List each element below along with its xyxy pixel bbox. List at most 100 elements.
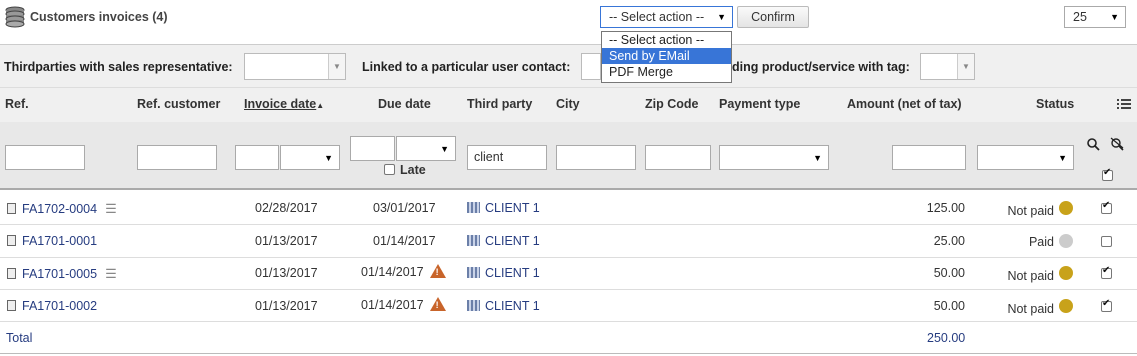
- invoice-date: 01/13/2017: [255, 234, 318, 248]
- total-amount: 250.00: [927, 331, 966, 345]
- mass-action-option[interactable]: -- Select action --: [602, 32, 731, 48]
- mass-action-select[interactable]: -- Select action -- ▼: [600, 6, 733, 28]
- invoice-status: Paid: [1028, 235, 1054, 249]
- confirm-button[interactable]: Confirm: [737, 6, 809, 28]
- row-checkbox[interactable]: [1101, 236, 1112, 247]
- row-checkbox[interactable]: [1101, 298, 1112, 312]
- search-amount-input[interactable]: [892, 145, 966, 170]
- col-city[interactable]: City: [556, 97, 580, 111]
- mass-action-selected-label: -- Select action --: [609, 10, 705, 24]
- chevron-down-icon: ▼: [1058, 153, 1067, 163]
- search-ref-customer-input[interactable]: [137, 145, 217, 170]
- search-invoice-month-select[interactable]: ▼: [280, 145, 340, 170]
- search-invoice-day-input[interactable]: [235, 145, 279, 170]
- notes-list-icon[interactable]: ☰: [105, 201, 117, 217]
- third-party-link[interactable]: CLIENT 1: [485, 234, 540, 248]
- document-icon: [7, 235, 16, 246]
- chevron-down-icon: ▼: [1110, 12, 1119, 22]
- chevron-down-icon: ▼: [717, 12, 726, 22]
- col-status[interactable]: Status: [1036, 97, 1074, 111]
- third-party-link[interactable]: CLIENT 1: [485, 299, 540, 313]
- search-zip-input[interactable]: [645, 145, 711, 170]
- invoice-ref-link[interactable]: FA1701-0005: [22, 267, 97, 281]
- third-party[interactable]: CLIENT 1: [467, 299, 540, 313]
- col-ref[interactable]: Ref.: [5, 97, 29, 111]
- col-ref-customer[interactable]: Ref. customer: [137, 97, 220, 111]
- clear-filter-icon[interactable]: [1110, 137, 1124, 151]
- page-size-select[interactable]: 25 ▼: [1064, 6, 1126, 28]
- invoice-amount: 25.00: [933, 234, 965, 248]
- row-checkbox[interactable]: [1101, 200, 1112, 214]
- third-party[interactable]: CLIENT 1: [467, 266, 540, 280]
- col-due-date[interactable]: Due date: [378, 97, 431, 111]
- company-icon: [467, 235, 480, 246]
- invoice-status: Not paid: [1007, 269, 1054, 283]
- third-party[interactable]: CLIENT 1: [467, 201, 540, 215]
- search-city-input[interactable]: [556, 145, 636, 170]
- due-date: 03/01/2017: [373, 201, 436, 215]
- late-checkbox[interactable]: [384, 164, 395, 175]
- search-due-day-input[interactable]: [350, 136, 395, 161]
- user-contact-filter-select[interactable]: [581, 53, 601, 80]
- invoice-ref[interactable]: FA1701-0001: [7, 234, 97, 248]
- user-contact-filter-label: Linked to a particular user contact:: [362, 60, 571, 74]
- company-icon: [467, 267, 480, 278]
- chevron-down-icon: ▼: [324, 153, 333, 163]
- tag-filter-label: ding product/service with tag:: [732, 60, 910, 74]
- third-party-link[interactable]: CLIENT 1: [485, 201, 540, 215]
- invoice-ref[interactable]: FA1701-0005 ☰: [7, 266, 117, 282]
- tag-filter-select[interactable]: ▼: [920, 53, 975, 80]
- col-payment-type[interactable]: Payment type: [719, 97, 800, 111]
- mass-action-option[interactable]: Send by EMail: [602, 48, 731, 64]
- late-label: Late: [400, 163, 426, 177]
- sales-rep-filter-label: Thirdparties with sales representative:: [4, 60, 233, 74]
- col-invoice-date-label: Invoice date: [244, 97, 317, 111]
- due-date-value: 01/14/2017: [361, 265, 424, 279]
- document-icon: [7, 268, 16, 279]
- search-ref-input[interactable]: [5, 145, 85, 170]
- col-zip[interactable]: Zip Code: [645, 97, 698, 111]
- table-row: FA1701-0002 01/13/2017 01/14/2017! CLIENT 1…: [0, 290, 1137, 322]
- invoice-ref[interactable]: FA1702-0004 ☰: [7, 201, 117, 217]
- due-date: 01/14/2017: [373, 234, 436, 248]
- table-row: FA1702-0004 ☰ 02/28/2017 03/01/2017 CLIENT 1…: [0, 192, 1137, 225]
- sort-asc-icon: ▲: [316, 101, 325, 110]
- invoice-date: 01/13/2017: [255, 266, 318, 280]
- row-checkbox[interactable]: [1101, 265, 1112, 279]
- invoice-ref-link[interactable]: FA1702-0004: [22, 202, 97, 216]
- document-icon: [7, 300, 16, 311]
- search-status-select[interactable]: ▼: [977, 145, 1074, 170]
- col-amount[interactable]: Amount (net of tax): [847, 97, 962, 111]
- status-dot-icon: [1059, 299, 1073, 313]
- table-row: FA1701-0005 ☰ 01/13/2017 01/14/2017! CLIENT …: [0, 257, 1137, 290]
- invoice-ref[interactable]: FA1701-0002: [7, 299, 97, 313]
- invoice-status: Not paid: [1007, 302, 1054, 316]
- third-party[interactable]: CLIENT 1: [467, 234, 540, 248]
- sales-rep-filter-select[interactable]: ▼: [244, 53, 346, 80]
- col-invoice-date[interactable]: Invoice date▲: [244, 97, 324, 111]
- third-party-link[interactable]: CLIENT 1: [485, 266, 540, 280]
- select-all-checkbox[interactable]: [1102, 167, 1113, 181]
- status-dot-icon: [1059, 266, 1073, 280]
- document-icon: [7, 203, 16, 214]
- company-icon: [467, 202, 480, 213]
- invoice-status: Not paid: [1007, 204, 1054, 218]
- search-payment-type-select[interactable]: ▼: [719, 145, 829, 170]
- search-icon[interactable]: [1087, 138, 1100, 151]
- coins-stack-icon: [5, 6, 25, 28]
- invoice-date: 01/13/2017: [255, 299, 318, 313]
- chevron-down-icon: ▼: [962, 62, 970, 71]
- due-date: 01/14/2017!: [361, 297, 446, 312]
- mass-action-option[interactable]: PDF Merge: [602, 64, 731, 80]
- chevron-down-icon: ▼: [440, 144, 449, 154]
- col-third-party[interactable]: Third party: [467, 97, 532, 111]
- search-third-party-input[interactable]: client: [467, 145, 547, 170]
- search-due-month-select[interactable]: ▼: [396, 136, 456, 161]
- invoice-ref-link[interactable]: FA1701-0001: [22, 234, 97, 248]
- page-title: Customers invoices (4): [30, 10, 168, 24]
- column-list-icon[interactable]: [1117, 98, 1131, 110]
- chevron-down-icon: ▼: [813, 153, 822, 163]
- search-row: ▼ ▼ Late client ▼ ▼: [0, 122, 1137, 190]
- invoice-ref-link[interactable]: FA1701-0002: [22, 299, 97, 313]
- notes-list-icon[interactable]: ☰: [105, 266, 117, 282]
